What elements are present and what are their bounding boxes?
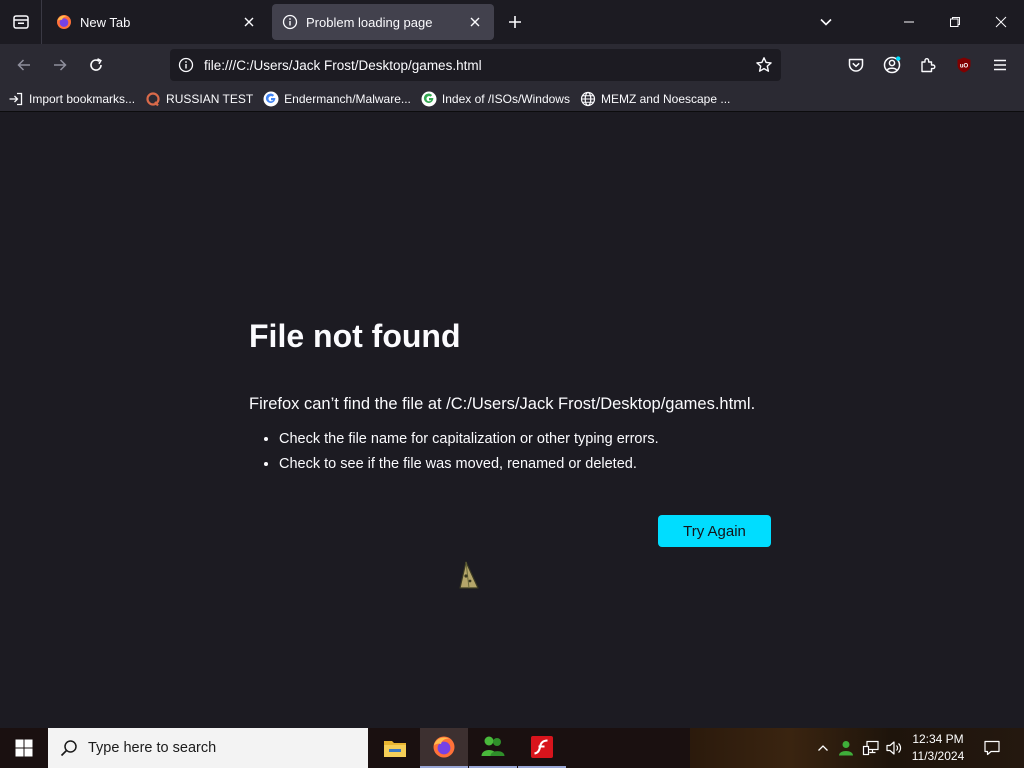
- error-page: File not found Firefox can’t find the fi…: [0, 113, 1024, 728]
- reload-icon: [88, 57, 104, 73]
- firefox-view-button[interactable]: [0, 0, 42, 44]
- tab-problem-loading-page[interactable]: Problem loading page: [272, 4, 494, 40]
- firefox-icon: [432, 735, 456, 759]
- error-title: File not found: [249, 318, 461, 354]
- messenger-icon: [480, 735, 506, 759]
- info-icon[interactable]: [178, 57, 194, 73]
- clock-date: 11/3/2024: [911, 749, 965, 763]
- chevron-down-icon: [819, 15, 833, 29]
- taskbar-file-explorer[interactable]: [371, 728, 419, 768]
- bookmark-memz-noescape[interactable]: MEMZ and Noescape ...: [580, 91, 730, 107]
- search-icon: [60, 739, 78, 757]
- info-icon: [282, 14, 298, 30]
- minimize-button[interactable]: [886, 0, 932, 44]
- google-icon: [421, 91, 437, 107]
- globe-icon: [580, 91, 596, 107]
- close-icon: [470, 17, 480, 27]
- bookmark-label: Import bookmarks...: [29, 91, 136, 106]
- import-icon: [8, 91, 24, 107]
- taskbar: Type here to search 12:34 PM 11/3/2024: [0, 728, 1024, 768]
- arrow-right-icon: [52, 57, 68, 73]
- bookmark-import[interactable]: Import bookmarks...: [8, 91, 135, 107]
- tray-user-status[interactable]: [836, 728, 856, 768]
- show-hidden-icons-button[interactable]: [814, 728, 832, 768]
- suggestion-item: Check the file name for capitalization o…: [279, 431, 659, 447]
- bookmarks-toolbar: Import bookmarks... RUSSIAN TEST Enderma…: [0, 86, 1024, 112]
- puzzle-icon: [919, 56, 937, 74]
- tray-volume[interactable]: [883, 728, 905, 768]
- arrow-left-icon: [16, 57, 32, 73]
- taskbar-messenger[interactable]: [469, 728, 517, 768]
- close-window-button[interactable]: [978, 0, 1024, 44]
- error-description: Firefox can’t find the file at /C:/Users…: [249, 395, 756, 413]
- menu-button[interactable]: [986, 51, 1014, 79]
- network-icon: [862, 739, 880, 757]
- desktop-wallpaper-strip: [690, 728, 1024, 768]
- bookmark-label: Index of /ISOs/Windows: [441, 91, 570, 106]
- close-icon: [244, 17, 254, 27]
- tab-close-button[interactable]: [466, 13, 484, 31]
- search-placeholder: Type here to search: [88, 740, 217, 756]
- tray-network[interactable]: [860, 728, 882, 768]
- forward-button[interactable]: [46, 51, 74, 79]
- bookmark-russian-test[interactable]: RUSSIAN TEST: [145, 91, 253, 107]
- pocket-button[interactable]: [842, 51, 870, 79]
- try-again-button[interactable]: Try Again: [658, 515, 771, 547]
- firefox-icon: [56, 14, 72, 30]
- bookmark-label: RUSSIAN TEST: [166, 91, 254, 106]
- taskbar-firefox[interactable]: [420, 728, 468, 768]
- new-tab-button[interactable]: [504, 10, 526, 34]
- bookmark-label: MEMZ and Noescape ...: [600, 91, 731, 106]
- taskbar-flash-player[interactable]: [518, 728, 566, 768]
- restore-button[interactable]: [932, 0, 978, 44]
- back-button[interactable]: [10, 51, 38, 79]
- list-all-tabs-button[interactable]: [814, 10, 838, 34]
- bookmark-index-isos[interactable]: Index of /ISOs/Windows: [421, 91, 570, 107]
- close-icon: [995, 16, 1007, 28]
- system-clock[interactable]: 12:34 PM 11/3/2024: [906, 731, 970, 765]
- file-explorer-icon: [383, 737, 407, 759]
- start-button[interactable]: [0, 728, 48, 768]
- clock-time: 12:34 PM: [912, 732, 964, 746]
- flash-icon: [530, 735, 554, 759]
- site-icon: [145, 91, 161, 107]
- minimize-icon: [903, 16, 915, 28]
- bookmark-endermanch-malware[interactable]: Endermanch/Malware...: [263, 91, 411, 107]
- ublock-origin-icon: uO: [955, 56, 973, 74]
- google-icon: [263, 91, 279, 107]
- notification-icon: [983, 739, 1001, 757]
- star-icon[interactable]: [755, 56, 773, 74]
- tab-label: New Tab: [80, 14, 131, 30]
- user-status-icon: [837, 739, 855, 757]
- windows-logo-icon: [15, 739, 33, 757]
- reload-button[interactable]: [82, 51, 110, 79]
- suggestion-item: Check to see if the file was moved, rena…: [279, 456, 659, 472]
- tab-new-tab[interactable]: New Tab: [46, 4, 268, 40]
- chevron-up-icon: [817, 742, 829, 754]
- bookmark-label: Endermanch/Malware...: [284, 91, 411, 106]
- address-bar[interactable]: file:///C:/Users/Jack Frost/Desktop/game…: [170, 49, 781, 81]
- tab-strip: New Tab Problem loading page: [0, 0, 1024, 44]
- url-text[interactable]: file:///C:/Users/Jack Frost/Desktop/game…: [204, 58, 755, 73]
- taskbar-search-box[interactable]: Type here to search: [48, 728, 368, 768]
- notification-center-button[interactable]: [978, 728, 1006, 768]
- account-icon: [882, 55, 902, 75]
- account-button[interactable]: [878, 51, 906, 79]
- restore-icon: [949, 16, 961, 28]
- extensions-button[interactable]: [914, 51, 942, 79]
- error-suggestions: Check the file name for capitalization o…: [249, 431, 659, 481]
- plus-icon: [508, 15, 522, 29]
- navigation-toolbar: file:///C:/Users/Jack Frost/Desktop/game…: [0, 44, 1024, 86]
- pocket-icon: [847, 56, 865, 74]
- ublock-origin-button[interactable]: uO: [950, 51, 978, 79]
- tab-close-button[interactable]: [240, 13, 258, 31]
- speaker-icon: [885, 739, 903, 757]
- mouse-cursor-icon: [457, 560, 481, 597]
- hamburger-menu-icon: [992, 57, 1008, 73]
- svg-text:uO: uO: [960, 64, 969, 70]
- tab-label: Problem loading page: [306, 14, 433, 30]
- firefox-view-icon: [12, 13, 30, 31]
